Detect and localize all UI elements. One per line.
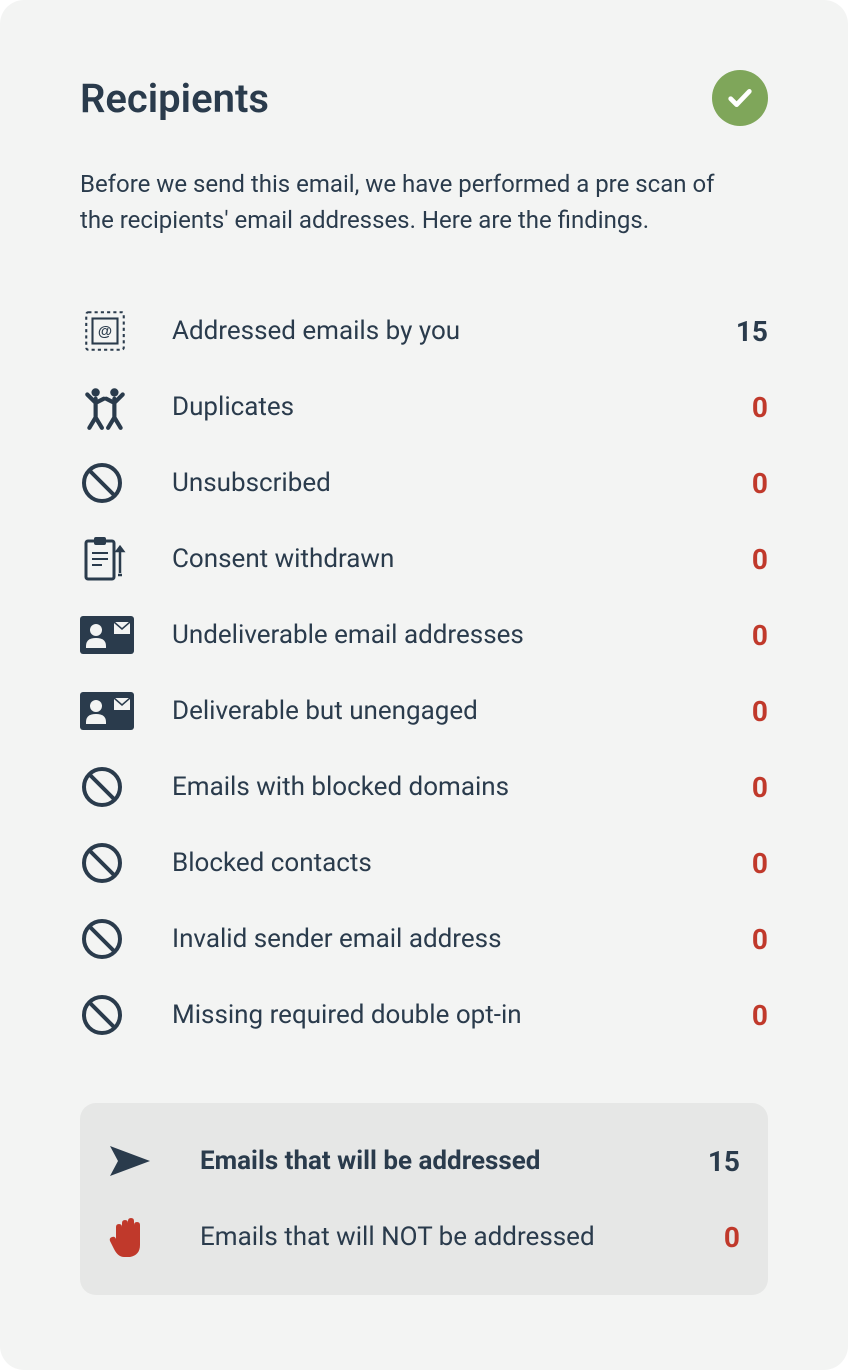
stat-label: Blocked contacts bbox=[172, 848, 708, 878]
stat-label: Emails that will NOT be addressed bbox=[200, 1222, 680, 1252]
stat-label: Unsubscribed bbox=[172, 468, 708, 498]
stat-blocked-contacts: Blocked contacts 0 bbox=[80, 825, 768, 901]
checkmark-icon bbox=[712, 70, 768, 126]
contact-mail-icon bbox=[80, 611, 136, 659]
ban-icon bbox=[80, 839, 136, 887]
stat-value: 0 bbox=[708, 467, 768, 500]
stat-label: Undeliverable email addresses bbox=[172, 620, 708, 650]
hand-stop-icon bbox=[108, 1213, 164, 1261]
summary-will-not-address: Emails that will NOT be addressed 0 bbox=[108, 1199, 740, 1275]
people-icon bbox=[80, 383, 136, 431]
summary-box: Emails that will be addressed 15 Emails … bbox=[80, 1103, 768, 1295]
stat-duplicates: Duplicates 0 bbox=[80, 369, 768, 445]
stat-label: Missing required double opt-in bbox=[172, 1000, 708, 1030]
summary-will-address: Emails that will be addressed 15 bbox=[108, 1123, 740, 1199]
ban-icon bbox=[80, 459, 136, 507]
ban-icon bbox=[80, 915, 136, 963]
stat-value: 0 bbox=[708, 923, 768, 956]
card-description: Before we send this email, we have perfo… bbox=[80, 166, 720, 238]
recipients-card: Recipients Before we send this email, we… bbox=[0, 0, 848, 1370]
clipboard-icon bbox=[80, 535, 136, 583]
stat-blocked-domains: Emails with blocked domains 0 bbox=[80, 749, 768, 825]
ban-icon bbox=[80, 991, 136, 1039]
stamp-icon: @ bbox=[80, 307, 136, 355]
contact-mail-icon bbox=[80, 687, 136, 735]
stat-label: Emails that will be addressed bbox=[200, 1146, 680, 1176]
stat-unengaged: Deliverable but unengaged 0 bbox=[80, 673, 768, 749]
stat-addressed: @ Addressed emails by you 15 bbox=[80, 293, 768, 369]
stat-value: 0 bbox=[708, 847, 768, 880]
stat-value: 15 bbox=[708, 315, 768, 348]
svg-text:@: @ bbox=[98, 324, 112, 340]
stat-value: 15 bbox=[680, 1145, 740, 1178]
ban-icon bbox=[80, 763, 136, 811]
card-header: Recipients bbox=[80, 70, 768, 126]
stat-value: 0 bbox=[708, 999, 768, 1032]
stat-value: 0 bbox=[708, 391, 768, 424]
stat-value: 0 bbox=[680, 1221, 740, 1254]
stat-label: Emails with blocked domains bbox=[172, 772, 708, 802]
stat-consent-withdrawn: Consent withdrawn 0 bbox=[80, 521, 768, 597]
send-icon bbox=[108, 1137, 164, 1185]
stat-undeliverable: Undeliverable email addresses 0 bbox=[80, 597, 768, 673]
stat-label: Deliverable but unengaged bbox=[172, 696, 708, 726]
stat-missing-optin: Missing required double opt-in 0 bbox=[80, 977, 768, 1053]
stat-label: Duplicates bbox=[172, 392, 708, 422]
card-title: Recipients bbox=[80, 75, 269, 122]
stat-value: 0 bbox=[708, 619, 768, 652]
stat-label: Addressed emails by you bbox=[172, 316, 708, 346]
stat-unsubscribed: Unsubscribed 0 bbox=[80, 445, 768, 521]
stat-value: 0 bbox=[708, 695, 768, 728]
stat-value: 0 bbox=[708, 771, 768, 804]
stat-value: 0 bbox=[708, 543, 768, 576]
stat-label: Consent withdrawn bbox=[172, 544, 708, 574]
stat-invalid-sender: Invalid sender email address 0 bbox=[80, 901, 768, 977]
stat-label: Invalid sender email address bbox=[172, 924, 708, 954]
